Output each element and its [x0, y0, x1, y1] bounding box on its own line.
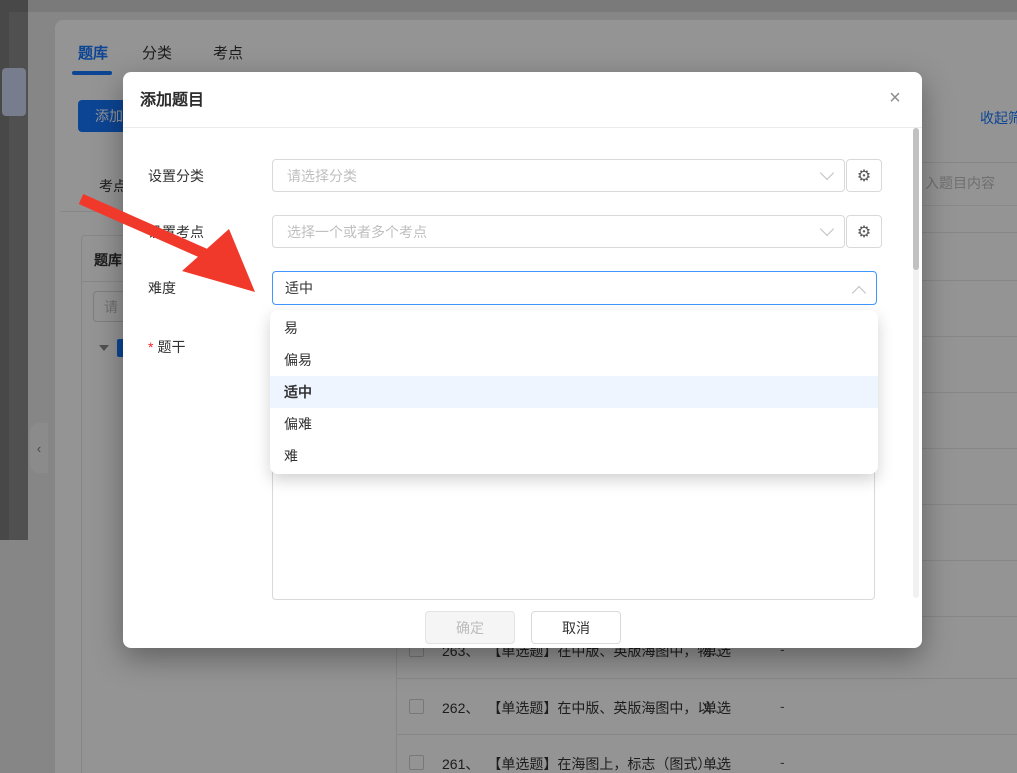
stem-field-label: * 题干	[148, 338, 186, 355]
category-select[interactable]	[272, 159, 845, 192]
chevron-down-icon	[819, 165, 835, 181]
difficulty-dropdown: 易 偏易 适中 偏难 难	[270, 310, 878, 474]
cancel-button[interactable]: 取消	[531, 611, 621, 644]
modal-header-divider	[123, 127, 922, 128]
points-select-input[interactable]	[285, 222, 816, 241]
points-field-label: 设置考点	[148, 223, 204, 240]
app-root: 题库 分类 考点 添加 考点 收起筛 入题目内容 题库 ‹ 263、 【单选题】…	[0, 0, 1017, 773]
required-asterisk: *	[148, 338, 154, 355]
modal-title: 添加题目	[140, 92, 205, 109]
difficulty-option-somewhat-hard[interactable]: 偏难	[270, 408, 878, 440]
category-settings-button[interactable]: ⚙	[846, 159, 882, 192]
modal-scrollbar-thumb[interactable]	[913, 128, 919, 270]
chevron-down-icon	[819, 221, 835, 237]
chevron-up-icon	[851, 285, 867, 301]
difficulty-option-somewhat-easy[interactable]: 偏易	[270, 344, 878, 376]
points-settings-button[interactable]: ⚙	[846, 215, 882, 248]
points-select[interactable]	[272, 215, 845, 248]
confirm-button[interactable]: 确定	[425, 611, 515, 644]
gear-icon: ⚙	[856, 167, 872, 185]
difficulty-select-value: 适中	[285, 280, 313, 296]
difficulty-select[interactable]: 适中	[272, 271, 877, 305]
difficulty-option-easy[interactable]: 易	[270, 312, 878, 344]
difficulty-field-label: 难度	[148, 279, 176, 296]
category-select-input[interactable]	[285, 166, 816, 185]
close-icon[interactable]: ×	[881, 84, 909, 112]
gear-icon: ⚙	[856, 223, 872, 241]
difficulty-option-hard[interactable]: 难	[270, 440, 878, 472]
difficulty-option-medium[interactable]: 适中	[270, 376, 878, 408]
category-field-label: 设置分类	[148, 167, 204, 184]
